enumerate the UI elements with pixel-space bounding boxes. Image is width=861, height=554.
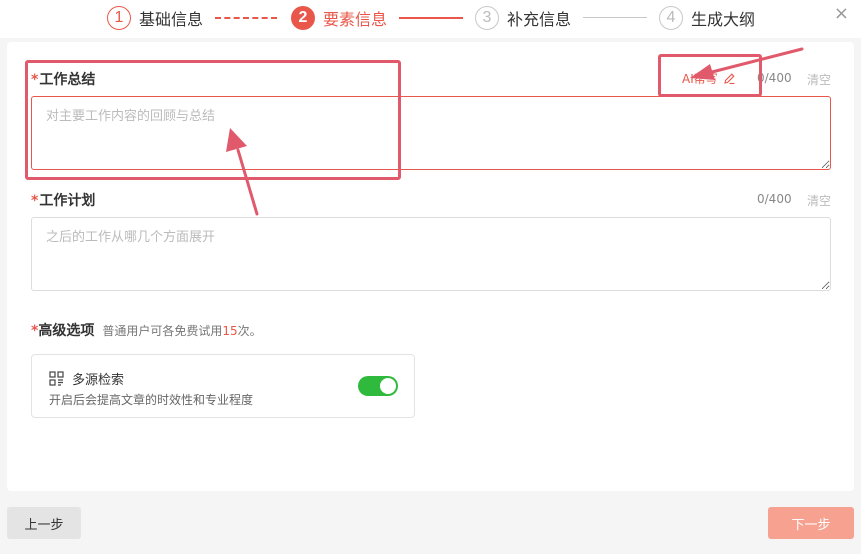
required-mark: * — [31, 193, 39, 209]
step-label: 生成大纲 — [691, 10, 756, 29]
previous-step-button[interactable]: 上一步 — [7, 507, 81, 539]
step-basic-info[interactable]: 1 基础信息 — [107, 6, 203, 30]
next-step-button[interactable]: 下一步 — [768, 507, 854, 539]
step-connector — [215, 17, 277, 19]
advanced-options-title: *高级选项 — [31, 320, 94, 340]
note-prefix: 普通用户可各免费试用 — [102, 324, 223, 338]
plan-textarea[interactable] — [31, 217, 831, 291]
trial-count: 15 — [222, 324, 238, 338]
step-connector — [399, 17, 463, 19]
advanced-options-header: *高级选项 普通用户可各免费试用15次。 — [31, 320, 262, 340]
step-number: 2 — [291, 6, 315, 30]
advanced-options-title-text: 高级选项 — [38, 323, 95, 339]
required-mark: * — [31, 72, 39, 88]
summary-clear-button[interactable]: 清空 — [807, 71, 831, 88]
option-name: 多源检索 — [72, 373, 125, 388]
advanced-options-note: 普通用户可各免费试用15次。 — [102, 322, 261, 339]
close-icon[interactable]: × — [834, 5, 849, 23]
stepper: 1 基础信息 2 要素信息 3 补充信息 4 生成大纲 × — [0, 0, 861, 38]
step-element-info[interactable]: 2 要素信息 — [291, 6, 387, 30]
step-label: 补充信息 — [507, 10, 572, 29]
summary-title-text: 工作总结 — [39, 72, 96, 88]
grid-icon — [49, 371, 64, 386]
note-suffix: 次。 — [237, 324, 262, 338]
ai-write-button[interactable]: AI帮写 — [682, 70, 736, 87]
multi-source-search-toggle[interactable] — [358, 376, 398, 396]
step-supplement-info[interactable]: 3 补充信息 — [475, 6, 571, 30]
option-description: 开启后会提高文章的时效性和专业程度 — [49, 393, 254, 407]
multi-source-search-option: 多源检索 开启后会提高文章的时效性和专业程度 — [31, 354, 415, 418]
step-generate-outline[interactable]: 4 生成大纲 — [659, 6, 755, 30]
summary-counter: 0/400 — [757, 71, 792, 85]
plan-title: *工作计划 — [31, 190, 95, 210]
step-label: 要素信息 — [323, 10, 388, 29]
step-number: 4 — [659, 6, 683, 30]
step-number: 1 — [107, 6, 131, 30]
form-card: *工作总结 AI帮写 0/400 清空 *工作计划 0/400 清空 *高级选项… — [7, 42, 854, 491]
pencil-icon — [724, 73, 735, 85]
plan-title-text: 工作计划 — [39, 193, 96, 209]
step-connector — [583, 17, 647, 18]
step-label: 基础信息 — [139, 10, 204, 29]
plan-counter: 0/400 — [757, 192, 792, 206]
summary-textarea[interactable] — [31, 96, 831, 170]
plan-clear-button[interactable]: 清空 — [807, 192, 831, 209]
step-number: 3 — [475, 6, 499, 30]
ai-write-label: AI帮写 — [682, 72, 718, 86]
summary-title: *工作总结 — [31, 69, 95, 89]
toggle-knob — [380, 378, 396, 394]
option-head: 多源检索 — [49, 369, 124, 388]
